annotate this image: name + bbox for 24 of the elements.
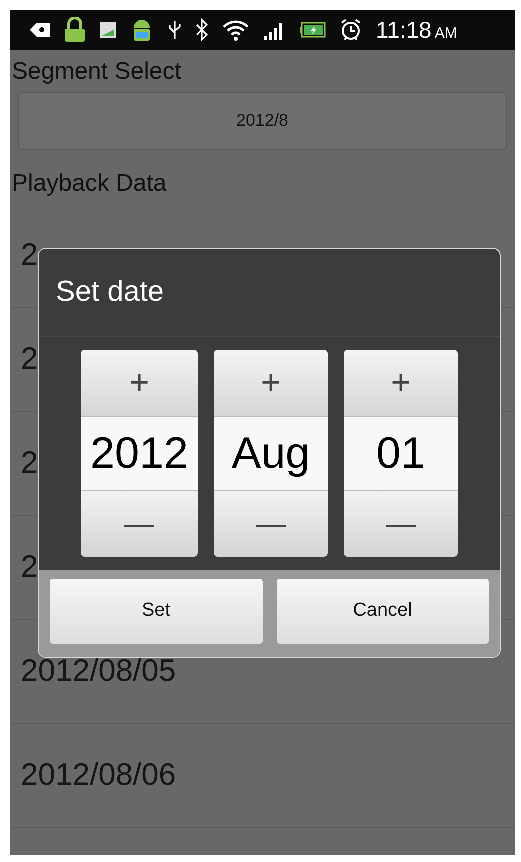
bluetooth-icon [196, 18, 208, 42]
padlock-icon [64, 17, 86, 43]
clock-ampm: AM [434, 24, 458, 44]
picker-value[interactable]: 01 [344, 416, 458, 491]
increment-button[interactable]: + [81, 350, 198, 416]
decrement-button[interactable]: — [344, 491, 458, 557]
dialog-title: Set date [39, 249, 500, 337]
dialog-button[interactable]: Cancel [276, 579, 489, 644]
usb-icon [168, 19, 182, 41]
backspace-icon [30, 22, 50, 38]
section-label: Playback Data [12, 170, 168, 198]
decrement-button[interactable]: — [81, 491, 198, 557]
alarm-clock-icon [340, 18, 362, 42]
section-label: Segment Select [12, 58, 182, 86]
increment-button[interactable]: + [214, 350, 328, 416]
increment-button[interactable]: + [344, 350, 458, 416]
picker-value[interactable]: Aug [214, 416, 328, 491]
battery-charging-icon [300, 22, 326, 38]
dialog-button[interactable]: Set [50, 579, 262, 644]
clock-time: 11:18 [376, 16, 432, 45]
wifi-icon [222, 19, 250, 41]
decrement-button[interactable]: — [214, 491, 328, 557]
segment-select-button[interactable]: 2012/8 [18, 92, 507, 150]
picker-value[interactable]: 2012 [81, 416, 198, 491]
